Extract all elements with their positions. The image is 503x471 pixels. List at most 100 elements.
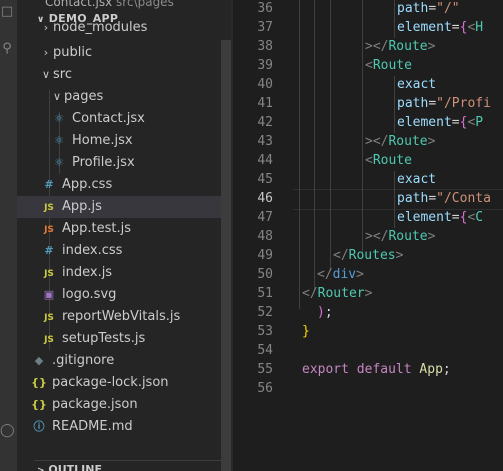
code-line: element={<P	[397, 115, 484, 130]
indent-guide	[394, 0, 395, 38]
explorer-item-label: pages	[64, 89, 104, 104]
line-number: 38	[257, 39, 273, 54]
open-editor-breadcrumb[interactable]: Contact.jsx src\pages	[45, 0, 174, 9]
explorer-item-label: package-lock.json	[52, 375, 169, 390]
line-number: 45	[257, 172, 273, 187]
explorer-item-label: src	[53, 67, 72, 82]
code-line: exact	[397, 172, 437, 187]
react-icon: ⚛	[54, 112, 64, 125]
code-editor[interactable]: 36 path="/" 37 element={<H 38 ></Route> 39 <Rou…	[233, 0, 503, 471]
react-icon: ⚛	[54, 134, 64, 147]
code-line: path="/"	[397, 1, 460, 16]
explorer-item-label: Contact.jsx	[72, 111, 145, 126]
explorer-item-label: setupTests.js	[62, 331, 146, 346]
outline-divider	[34, 460, 233, 461]
indent-guide	[394, 76, 395, 133]
breadcrumb-file: Contact.jsx	[45, 0, 113, 9]
line-number: 47	[257, 210, 273, 225]
outline-section[interactable]: > OUTLINE	[37, 463, 102, 471]
js-icon: JS	[44, 313, 54, 323]
line-number: 39	[257, 58, 273, 73]
sidebar-scrollbar[interactable]	[221, 40, 231, 471]
explorer-item[interactable]: ⚛ Profile.jsx	[51, 152, 135, 174]
explorer-item[interactable]: ∨ src	[39, 64, 72, 86]
account-icon[interactable]: ◯	[0, 424, 15, 438]
files-icon[interactable]: □	[0, 5, 14, 19]
chevron-right-icon: ›	[43, 46, 49, 59]
line-number: 41	[257, 96, 273, 111]
breadcrumb-path: src\pages	[116, 0, 174, 9]
line-number: 44	[257, 153, 273, 168]
code-line: ></Route>	[365, 229, 436, 244]
explorer-item-label: README.md	[52, 419, 133, 434]
code-line: );	[317, 305, 333, 320]
indent-guide	[330, 0, 331, 271]
js-test-icon: JS	[44, 225, 54, 235]
js-icon: JS	[44, 335, 54, 345]
explorer-item[interactable]: # App.css	[41, 174, 112, 196]
explorer-item-label: package.json	[52, 397, 138, 412]
line-number: 50	[257, 267, 273, 282]
explorer-item-label: Home.jsx	[72, 133, 133, 148]
line-number: 52	[257, 305, 273, 320]
code-line: }	[302, 324, 310, 339]
hash-icon: #	[44, 178, 54, 191]
explorer-item[interactable]: JS index.js	[41, 262, 112, 284]
chevron-right-icon: >	[37, 466, 45, 471]
search-icon[interactable]: ⚲	[0, 42, 14, 56]
code-line: element={<C	[397, 210, 484, 225]
explorer-item[interactable]: {} package-lock.json	[31, 372, 169, 394]
explorer-item-label: .gitignore	[52, 353, 115, 368]
code-line: </Routes>	[333, 248, 404, 263]
json-icon: {}	[31, 398, 47, 411]
explorer-item-label: logo.svg	[62, 287, 117, 302]
explorer-item[interactable]: ⓘ README.md	[31, 416, 133, 438]
explorer-item-label: Profile.jsx	[72, 155, 135, 170]
explorer-item[interactable]: ⚛ Home.jsx	[51, 130, 133, 152]
explorer-item-label: App.js	[62, 199, 102, 214]
explorer-item[interactable]: ⚛ Contact.jsx	[51, 108, 145, 130]
explorer-item[interactable]: ∨ pages	[50, 86, 103, 108]
hash-icon: #	[44, 244, 54, 257]
line-number: 46	[257, 191, 273, 206]
info-icon: ⓘ	[33, 420, 45, 433]
explorer-item[interactable]: ▣ logo.svg	[41, 284, 117, 306]
chevron-right-icon: ›	[43, 21, 49, 34]
explorer-item[interactable]: JS reportWebVitals.js	[41, 306, 180, 328]
line-number: 49	[257, 248, 273, 263]
code-line: <Route	[365, 58, 412, 73]
indent-guide	[299, 0, 300, 309]
line-number: 56	[257, 381, 273, 396]
explorer-item[interactable]: JS setupTests.js	[41, 328, 145, 350]
line-number: 40	[257, 77, 273, 92]
line-number: 55	[257, 362, 273, 377]
explorer-item[interactable]: # index.css	[41, 240, 122, 262]
code-line: ></Route>	[365, 39, 436, 54]
explorer-item[interactable]: {} package.json	[31, 394, 138, 416]
line-number: 48	[257, 229, 273, 244]
line-number: 36	[257, 1, 273, 16]
code-line: exact	[397, 77, 437, 92]
explorer-item[interactable]: › public	[39, 42, 92, 64]
js-icon: JS	[44, 203, 54, 213]
line-number: 42	[257, 115, 273, 130]
code-line: export default App;	[302, 362, 451, 377]
code-line: path="/Profi	[397, 96, 491, 111]
outline-title: OUTLINE	[48, 463, 102, 471]
code-line: path="/Conta	[397, 191, 491, 206]
explorer-item-label: reportWebVitals.js	[62, 309, 181, 324]
react-icon: ⚛	[54, 156, 64, 169]
gitignore-icon: ◆	[34, 354, 44, 367]
chevron-down-icon: ∨	[52, 90, 62, 103]
indent-guide	[314, 0, 315, 290]
explorer-item-label: index.css	[62, 243, 123, 258]
explorer-item[interactable]: JS App.test.js	[41, 218, 131, 240]
explorer-item[interactable]: ◆ .gitignore	[31, 350, 114, 372]
line-number: 37	[257, 20, 273, 35]
explorer-item[interactable]: › node_modules	[39, 21, 148, 35]
code-line: </Router>	[302, 286, 373, 301]
line-number: 54	[257, 343, 273, 358]
explorer-item[interactable]: JS App.js	[17, 196, 233, 218]
indent-guide	[394, 171, 395, 228]
code-line: ></Route>	[365, 134, 436, 149]
